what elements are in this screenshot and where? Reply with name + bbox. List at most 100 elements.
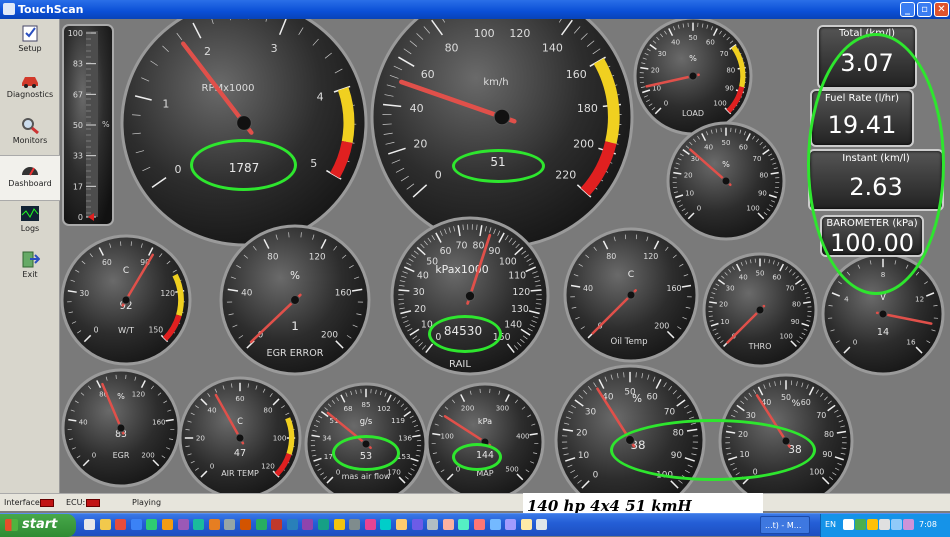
gauge-tick [398,290,409,291]
quick-launch-icon[interactable] [458,519,469,530]
quick-launch-icon[interactable] [84,519,95,530]
gauge-tick-label: 80 [759,171,768,179]
tray-icon[interactable] [855,519,866,530]
gauge-tick-label: 140 [542,41,563,54]
status-bar: Interface: ECU: Playing [0,493,950,511]
gauge-tick-label: 90 [725,84,734,92]
gauge-tick-label: 80 [726,66,735,74]
sidebar-item-monitors[interactable]: Monitors [0,113,60,159]
gauge-tick-label: 100 [809,468,824,477]
gauge-tick-label: 119 [391,416,405,425]
gauge-tick-label: 80 [267,253,279,263]
maximize-button[interactable]: ▫ [917,2,932,17]
quick-launch-icon[interactable] [380,519,391,530]
gauge-tick-label: 120 [509,27,530,40]
title-bar: TouchScan _ ▫ ✕ [0,0,950,19]
gauge-unit: % [632,393,642,405]
gauge-tick-label: 200 [573,137,594,150]
gauge-tick-label: 90 [822,450,832,459]
sidebar-item-label: Monitors [13,136,48,145]
quick-launch-icon[interactable] [256,519,267,530]
gauge-hub [627,291,635,299]
quick-launch-icon[interactable] [193,519,204,530]
gauge-tick-label: 40 [207,406,217,415]
gauge-label: EGR [113,451,130,460]
quick-launch-icon[interactable] [115,519,126,530]
gauge-tick-label: 120 [132,390,145,398]
percent-bar-gauge: 10083675033170% [63,25,113,225]
gauge-tick [531,290,542,291]
gauge-speed: 020406080100120140160180200220km/h51 [372,19,632,247]
quick-launch-icon[interactable] [521,519,532,530]
gauge-label: RPMx1000 [202,83,255,94]
tray-icon[interactable] [843,519,854,530]
quick-launch-icon[interactable] [209,519,220,530]
quick-launch-icon[interactable] [287,519,298,530]
quick-launch-icon[interactable] [349,519,360,530]
quick-launch-icon[interactable] [240,519,251,530]
gauge-tick-label: 20 [651,66,660,74]
quick-launch-icon[interactable] [536,519,547,530]
quick-launch-icon[interactable] [146,519,157,530]
gauge-tick-label: 30 [746,411,756,420]
quick-launch-icon[interactable] [162,519,173,530]
gauge-tick-label: 60 [801,398,811,407]
tray-icon[interactable] [891,519,902,530]
taskbar-item[interactable]: ...t) - M... [760,516,810,534]
start-button[interactable]: start [0,514,76,537]
windows-flag-icon [5,519,18,531]
quick-launch-icon[interactable] [474,519,485,530]
gauge-hub [237,116,252,131]
sidebar-item-logs[interactable]: Logs [0,201,60,247]
quick-launch-icon[interactable] [505,519,516,530]
quick-launch-icon[interactable] [178,519,189,530]
gauge-tick-label: 2 [204,45,211,58]
bar-tick-label: 83 [73,60,83,69]
quick-launch-icon[interactable] [443,519,454,530]
gauge-tick-label: 20 [196,434,206,443]
sidebar-item-exit[interactable]: Exit [0,247,60,293]
tray-icon[interactable] [867,519,878,530]
taskbar: start ...t) - M... EN 7:08 [0,513,950,536]
gauge-tick-label: 80 [824,430,834,439]
gauge-hub [117,424,125,432]
sidebar-item-setup[interactable]: Setup [0,21,60,67]
gauge-tick-label: 20 [576,428,588,438]
gauge-hub [236,434,244,442]
close-button[interactable]: ✕ [934,2,949,17]
quick-launch-icon[interactable] [334,519,345,530]
quick-launch-icon[interactable] [412,519,423,530]
gauge-rpm: 012345RPMx10001787 [122,19,366,245]
gauge-tick-label: 70 [456,240,468,251]
quick-launch-icon[interactable] [131,519,142,530]
quick-launch-icon[interactable] [365,519,376,530]
highlight-rpm [190,139,297,191]
minimize-button[interactable]: _ [900,2,915,17]
gauge-tick-label: 60 [647,393,659,403]
gauge-tick-label: 100 [713,100,726,108]
language-indicator[interactable]: EN [825,520,836,529]
sidebar-item-diagnostics[interactable]: Diagnostics [0,67,60,113]
gauge-hub [465,291,474,300]
quick-launch-icon[interactable] [396,519,407,530]
highlight-digital [807,33,945,295]
quick-launch-icon[interactable] [318,519,329,530]
quick-launch-icon[interactable] [490,519,501,530]
gauge-tick-label: 0 [94,326,99,335]
highlight-bottom-pair [610,419,816,481]
tray-icon[interactable] [879,519,890,530]
quick-launch-icon[interactable] [224,519,235,530]
gauge-tick-label: 20 [719,301,728,309]
gauge-tick-label: 0 [336,468,341,477]
quick-launch-icon[interactable] [100,519,111,530]
gauge-tick-label: 20 [414,304,426,315]
gauge-tick-label: 120 [309,253,326,263]
sidebar-item-dashboard[interactable]: Dashboard [0,155,60,201]
tray-icon[interactable] [903,519,914,530]
gauge-tick-label: 70 [720,50,729,58]
quick-launch-icon[interactable] [427,519,438,530]
gauge-tick-label: 3 [271,42,278,55]
gauge-egr: 04080120160200%EGR83 [63,370,179,486]
quick-launch-icon[interactable] [271,519,282,530]
quick-launch-icon[interactable] [302,519,313,530]
